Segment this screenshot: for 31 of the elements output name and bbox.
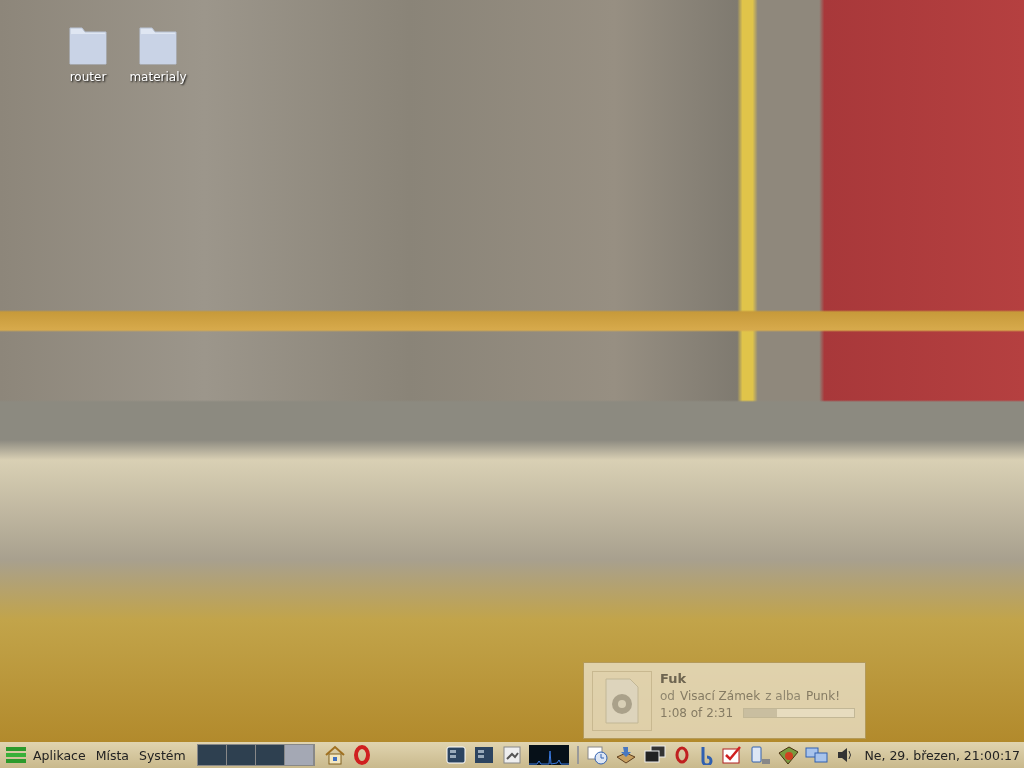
album-label: z alba: [765, 689, 801, 703]
home-icon[interactable]: [323, 745, 346, 765]
download-box-icon[interactable]: [615, 745, 638, 765]
workspace-tile[interactable]: [197, 745, 227, 765]
audio-file-icon: [605, 678, 639, 724]
menu-logo-icon[interactable]: [4, 745, 28, 765]
ring-icon[interactable]: [351, 745, 372, 765]
clock-icon[interactable]: [587, 745, 610, 765]
artist-name: Visací Zámek: [679, 689, 761, 703]
by-label: od: [660, 689, 675, 703]
desktop-icon-label: router: [69, 70, 107, 84]
panel-menu[interactable]: Místa: [90, 747, 135, 763]
playback-time: 1:08 of 2:31: [660, 706, 734, 720]
handle-icon[interactable]: [575, 745, 582, 765]
checkmark-icon[interactable]: [721, 745, 744, 765]
battery-plug-icon[interactable]: [749, 745, 772, 765]
panel-menu[interactable]: Aplikace: [28, 747, 91, 763]
album-name: Punk!: [806, 689, 840, 703]
cpu-graph: [529, 745, 570, 765]
screen-icon[interactable]: [445, 745, 468, 765]
panel-menu[interactable]: Systém: [134, 747, 191, 763]
workspace-tile[interactable]: [226, 745, 256, 765]
workspace-tile[interactable]: [284, 745, 314, 765]
desktop-icon-label: materialy: [129, 70, 187, 84]
monitors-icon[interactable]: [643, 745, 668, 765]
panel-clock[interactable]: Ne, 29. březen, 21:00:17: [864, 747, 1020, 763]
track-title: Fuk: [660, 671, 688, 686]
network-icon[interactable]: [805, 745, 830, 765]
workspace-tile[interactable]: [255, 745, 285, 765]
window-icon[interactable]: [473, 745, 496, 765]
document-icon[interactable]: [501, 745, 524, 765]
